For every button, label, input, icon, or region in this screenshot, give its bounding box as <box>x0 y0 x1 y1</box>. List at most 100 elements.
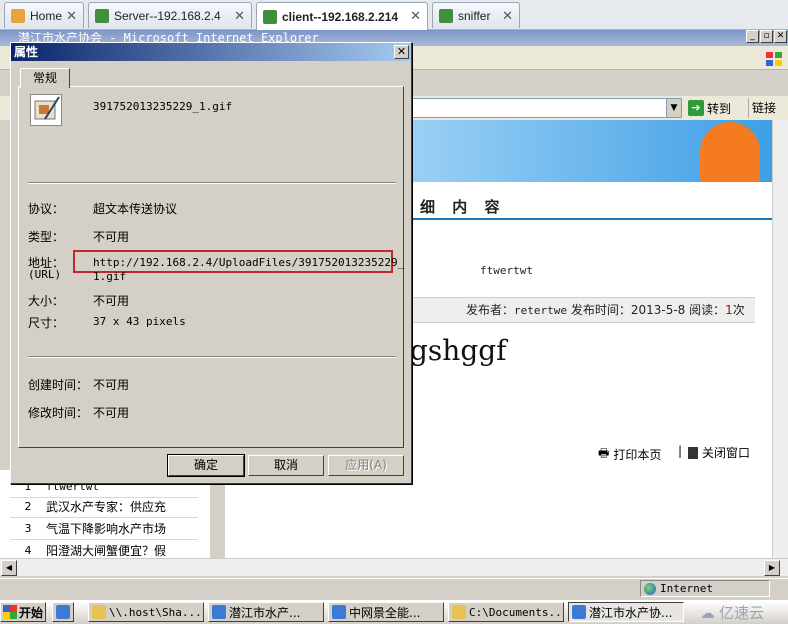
print-link[interactable]: 🖶 打印本页 <box>598 444 661 465</box>
meta-reads-unit: 次 <box>732 303 745 317</box>
protocol-value: 超文本传送协议 <box>93 202 178 216</box>
protocol-label: 协议： <box>28 202 65 216</box>
banner-figure <box>700 122 760 182</box>
detail-heading: 细 内 容 <box>420 198 506 216</box>
dialog-title: 属性 <box>11 43 411 61</box>
rank-number: 4 <box>24 544 32 557</box>
goto-button[interactable]: ➔ 转到 <box>688 98 742 118</box>
list-item[interactable]: 2 武汉水产专家：供应充 <box>10 496 198 518</box>
home-icon <box>11 8 25 23</box>
host-tab-label: sniffer <box>458 8 491 23</box>
printer-icon: 🖶 <box>598 446 610 460</box>
meta-time: 2013-5-8 <box>630 303 686 317</box>
horizontal-scrollbar[interactable]: ◀ ▶ <box>0 558 788 576</box>
size-value: 不可用 <box>93 294 130 308</box>
windows-logo-icon <box>764 50 784 68</box>
task-label: 潜江市水产协... <box>589 605 673 620</box>
list-item[interactable]: 3 气温下降影响水产市场 <box>10 518 198 540</box>
divider <box>410 218 774 220</box>
close-label: 关闭窗口 <box>702 446 751 460</box>
close-icon[interactable]: ✕ <box>66 8 77 24</box>
host-tab-client[interactable]: client--192.168.2.214 ✕ <box>256 2 428 30</box>
links-button[interactable]: 链接 <box>748 98 788 118</box>
vertical-scrollbar[interactable] <box>772 120 788 558</box>
article-meta: 发布者：retertwe 发布时间：2013-5-8 阅读：1次 <box>466 301 745 318</box>
globe-icon <box>644 582 656 595</box>
taskbar-item[interactable]: 中网景全能... <box>328 602 444 622</box>
watermark-label: 亿速云 <box>719 605 765 622</box>
modified-value: 不可用 <box>93 406 130 420</box>
created-label: 创建时间： <box>28 378 89 392</box>
task-label: \\.host\Sha... <box>109 605 202 619</box>
start-button[interactable]: 开始 <box>0 602 46 622</box>
ok-button[interactable]: 确定 <box>167 454 245 477</box>
article-body: gshggf <box>410 334 507 367</box>
watermark: ☁ 亿速云 <box>700 602 764 623</box>
window-controls: _ ▫ ✕ <box>746 30 788 44</box>
address-value-line2: 1.gif <box>93 270 127 283</box>
dimensions-label: 尺寸： <box>28 316 65 330</box>
host-tab-label: Home <box>30 8 63 23</box>
ie-icon <box>572 605 586 619</box>
modified-label: 修改时间： <box>28 406 89 420</box>
taskbar-item[interactable]: C:\Documents... <box>448 602 564 622</box>
close-icon[interactable]: ✕ <box>410 8 421 24</box>
close-icon[interactable]: ✕ <box>502 8 513 24</box>
tab-general[interactable]: 常规 <box>20 68 70 88</box>
ie-icon <box>332 605 346 619</box>
zone-label: Internet <box>660 582 713 595</box>
created-value: 不可用 <box>93 378 130 392</box>
size-label: 大小： <box>28 294 65 308</box>
folder-icon <box>452 605 466 619</box>
cancel-button[interactable]: 取消 <box>248 455 324 476</box>
gif-file-icon <box>30 94 62 126</box>
task-label: 中网景全能... <box>349 605 421 620</box>
address-sublabel: (URL) <box>28 268 62 281</box>
rank-number: 3 <box>24 522 32 535</box>
host-tab-sniffer[interactable]: sniffer ✕ <box>432 2 520 28</box>
arrow-right-icon: ➔ <box>688 100 704 116</box>
type-label: 类型： <box>28 230 65 244</box>
goto-label: 转到 <box>707 101 732 116</box>
chevron-down-icon[interactable]: ▼ <box>666 98 682 118</box>
address-input[interactable] <box>410 98 668 118</box>
task-label: 潜江市水产... <box>229 605 301 620</box>
meta-publisher: retertwe <box>514 304 567 317</box>
folder-icon <box>92 605 106 619</box>
start-label: 开始 <box>19 605 44 620</box>
scroll-right-icon[interactable]: ▶ <box>764 560 780 576</box>
article-title: ftwertwt <box>480 264 533 277</box>
address-value-line1: http://192.168.2.4/UploadFiles/391752013… <box>93 256 405 269</box>
close-icon[interactable]: ✕ <box>394 45 409 59</box>
security-zone: Internet <box>640 580 770 597</box>
host-tab-label: Server--192.168.2.4 <box>114 8 221 23</box>
minimize-icon[interactable]: _ <box>746 30 759 43</box>
scroll-left-icon[interactable]: ◀ <box>1 560 17 576</box>
task-label: C:\Documents... <box>469 605 564 619</box>
meta-publisher-label: 发布者： <box>466 303 515 317</box>
file-name: 391752013235229_1.gif <box>93 100 233 113</box>
host-tab-label: client--192.168.2.214 <box>282 9 399 24</box>
host-tab-home[interactable]: Home ✕ <box>4 2 84 28</box>
close-icon[interactable]: ✕ <box>774 30 787 43</box>
vm-icon <box>95 8 109 23</box>
ie-icon <box>56 605 70 619</box>
restore-icon[interactable]: ▫ <box>760 30 773 43</box>
meta-reads-label: 阅读： <box>685 303 726 317</box>
rank-title: 武汉水产专家：供应充 <box>46 500 167 514</box>
taskbar-item[interactable]: 潜江市水产... <box>208 602 324 622</box>
rank-title: 气温下降影响水产市场 <box>46 522 167 536</box>
host-tab-server[interactable]: Server--192.168.2.4 ✕ <box>88 2 252 28</box>
quicklaunch-ie-icon[interactable] <box>52 602 74 622</box>
ie-icon <box>212 605 226 619</box>
taskbar-item[interactable]: \\.host\Sha... <box>88 602 204 622</box>
rank-title: 阳澄湖大闸蟹便宜？假 <box>46 544 167 558</box>
apply-button[interactable]: 应用(A) <box>328 455 404 476</box>
close-window-link[interactable]: 关闭窗口 <box>688 444 750 461</box>
divider <box>28 182 396 184</box>
cloud-icon: ☁ <box>700 604 715 622</box>
close-icon[interactable]: ✕ <box>234 8 245 24</box>
meta-time-label: 发布时间： <box>567 303 631 317</box>
meta-reads: 1 <box>725 303 733 317</box>
taskbar-item[interactable]: 潜江市水产协... <box>568 602 684 622</box>
